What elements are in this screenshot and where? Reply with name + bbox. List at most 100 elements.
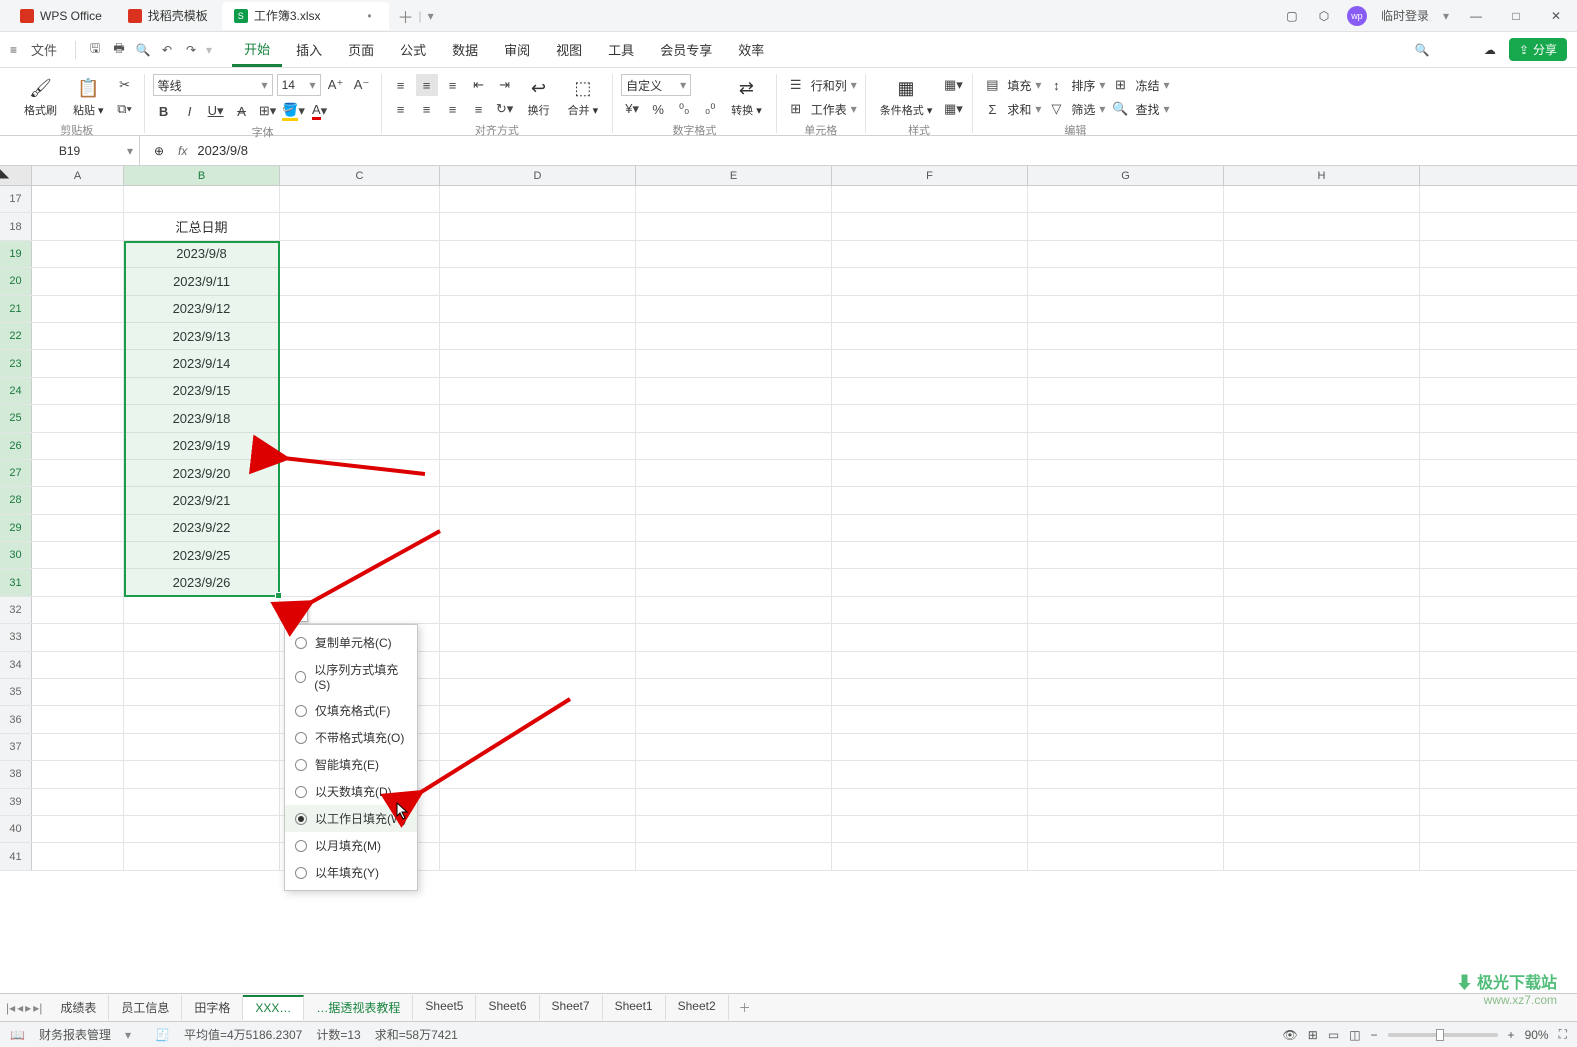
merge-button[interactable]: ⬚合并 ▾ [562, 74, 605, 120]
menu-tab-0[interactable]: 开始 [232, 33, 282, 67]
worksheet-icon[interactable]: ⊞ [785, 98, 807, 120]
cell[interactable]: 2023/9/15 [124, 378, 280, 404]
cell[interactable] [124, 186, 280, 212]
menu-tab-9[interactable]: 效率 [726, 34, 776, 65]
cell[interactable]: 2023/9/8 [124, 241, 280, 267]
fullscreen-icon[interactable]: ⛶ [1559, 1027, 1567, 1042]
menu-tab-3[interactable]: 公式 [388, 34, 438, 65]
row-header[interactable]: 41 [0, 843, 32, 869]
cell[interactable] [1028, 378, 1224, 404]
cell[interactable] [32, 789, 124, 815]
search-icon[interactable]: 🔍 [1413, 41, 1431, 59]
cell[interactable] [1224, 734, 1420, 760]
cell[interactable] [1224, 789, 1420, 815]
align-right-icon[interactable]: ≡ [442, 98, 464, 120]
cell[interactable] [1224, 460, 1420, 486]
row-header[interactable]: 25 [0, 405, 32, 431]
cell[interactable] [832, 542, 1028, 568]
cell[interactable] [1224, 350, 1420, 376]
cell[interactable] [832, 624, 1028, 650]
sheet-tab[interactable]: Sheet5 [413, 995, 476, 1020]
row-header[interactable]: 34 [0, 652, 32, 678]
menu-tab-5[interactable]: 审阅 [492, 34, 542, 65]
row-header[interactable]: 32 [0, 597, 32, 623]
cell[interactable] [32, 433, 124, 459]
tabs-dropdown-icon[interactable]: ▾ [428, 9, 434, 23]
font-color-icon[interactable]: A▾ [309, 100, 331, 122]
cell[interactable] [280, 569, 440, 595]
cell[interactable] [440, 433, 636, 459]
menu-tab-4[interactable]: 数据 [440, 34, 490, 65]
cell[interactable] [1224, 405, 1420, 431]
zoom-slider[interactable] [1388, 1033, 1498, 1037]
menu-tab-2[interactable]: 页面 [336, 34, 386, 65]
cell[interactable] [636, 734, 832, 760]
close-button[interactable]: ✕ [1543, 3, 1569, 29]
row-header[interactable]: 18 [0, 213, 32, 239]
cell[interactable] [32, 268, 124, 294]
cell[interactable] [1028, 789, 1224, 815]
cell[interactable] [124, 679, 280, 705]
crosshair-icon[interactable]: ⊕ [150, 142, 168, 160]
cell[interactable] [440, 487, 636, 513]
cell[interactable] [32, 652, 124, 678]
cell[interactable] [440, 515, 636, 541]
cell[interactable] [636, 378, 832, 404]
sheet-tab[interactable]: 员工信息 [109, 995, 182, 1020]
cell[interactable] [280, 296, 440, 322]
row-header[interactable]: 22 [0, 323, 32, 349]
align-bottom-icon[interactable]: ≡ [442, 74, 464, 96]
sum-icon[interactable]: Σ [981, 98, 1003, 120]
close-icon[interactable]: • [363, 9, 377, 23]
eye-icon[interactable]: 👁 [1283, 1028, 1298, 1042]
cell[interactable] [280, 378, 440, 404]
tab-add[interactable]: ＋ [399, 9, 413, 23]
maximize-button[interactable]: □ [1503, 3, 1529, 29]
cell[interactable] [280, 487, 440, 513]
cell[interactable] [832, 487, 1028, 513]
autofill-option[interactable]: 以工作日填充(W) [285, 805, 417, 832]
cell[interactable] [832, 296, 1028, 322]
cell[interactable] [1224, 186, 1420, 212]
cell[interactable]: 2023/9/14 [124, 350, 280, 376]
cell[interactable] [1224, 241, 1420, 267]
autofill-option[interactable]: 以月填充(M) [285, 832, 417, 859]
shrink-font-icon[interactable]: A⁻ [351, 74, 373, 96]
cell[interactable] [440, 569, 636, 595]
cell[interactable] [1028, 706, 1224, 732]
cell[interactable] [32, 405, 124, 431]
cell[interactable] [1028, 296, 1224, 322]
cell[interactable] [1028, 460, 1224, 486]
cell[interactable] [636, 268, 832, 294]
cell[interactable]: 2023/9/11 [124, 268, 280, 294]
row-header[interactable]: 27 [0, 460, 32, 486]
sheet-tab[interactable]: Sheet7 [540, 995, 603, 1020]
cell[interactable] [636, 350, 832, 376]
cell[interactable] [832, 679, 1028, 705]
cell[interactable] [280, 460, 440, 486]
cell[interactable] [280, 350, 440, 376]
cell[interactable] [832, 652, 1028, 678]
cell[interactable] [636, 433, 832, 459]
zoom-level[interactable]: 90% [1525, 1028, 1549, 1042]
cell[interactable] [440, 241, 636, 267]
redo-icon[interactable]: ↷ [182, 41, 200, 59]
paste-button[interactable]: 📋粘贴 ▾ [67, 74, 110, 120]
cell[interactable] [636, 487, 832, 513]
sheet-tab[interactable]: Sheet6 [476, 995, 539, 1020]
cell[interactable] [32, 734, 124, 760]
cell[interactable] [1224, 487, 1420, 513]
page-icon[interactable]: 🧾 [155, 1028, 170, 1042]
row-header[interactable]: 23 [0, 350, 32, 376]
tab-templates[interactable]: 找稻壳模板 [116, 2, 220, 30]
col-header[interactable]: B [124, 166, 280, 185]
cell[interactable] [1224, 268, 1420, 294]
nav-next-icon[interactable]: ▸ [25, 1001, 31, 1015]
cell[interactable] [832, 569, 1028, 595]
cell[interactable] [440, 843, 636, 869]
cell[interactable] [1224, 323, 1420, 349]
row-header[interactable]: 31 [0, 569, 32, 595]
cell[interactable] [1028, 323, 1224, 349]
cell[interactable]: 2023/9/25 [124, 542, 280, 568]
autofill-option[interactable]: 智能填充(E) [285, 751, 417, 778]
